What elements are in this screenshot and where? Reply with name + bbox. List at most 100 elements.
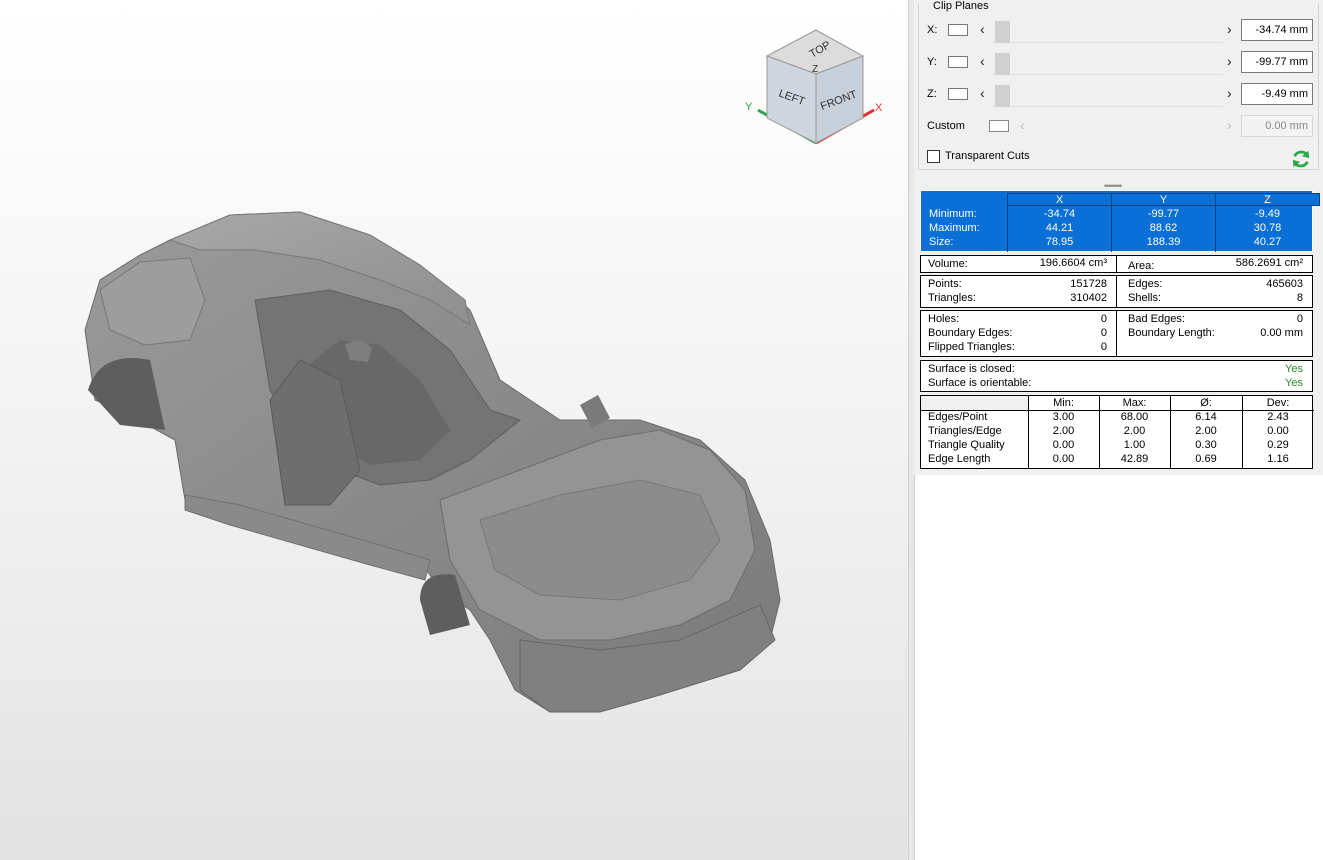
clip-custom-label: Custom bbox=[927, 120, 965, 132]
3d-viewport[interactable]: TOP LEFT FRONT Z X Y bbox=[0, 0, 908, 860]
edges-value: 465603 bbox=[1266, 278, 1303, 290]
clip-custom-decrement-button[interactable]: ‹ bbox=[1020, 117, 1025, 133]
stats-cell: 2.00 bbox=[1123, 425, 1146, 437]
clip-z-value-field[interactable]: -9.49 mm bbox=[1241, 83, 1313, 105]
clip-y-decrement-button[interactable]: ‹ bbox=[980, 53, 985, 69]
clip-row-x: X: ‹ › -34.74 mm bbox=[919, 18, 1318, 44]
stats-cell: 0.30 bbox=[1195, 439, 1217, 451]
stats-cell: 6.14 bbox=[1195, 411, 1217, 423]
clip-planes-title: Clip Planes bbox=[931, 0, 991, 12]
view-cube[interactable]: TOP LEFT FRONT Z X Y bbox=[742, 22, 892, 152]
flipped-triangles-value: 0 bbox=[1100, 341, 1107, 353]
clip-x-value-field[interactable]: -34.74 mm bbox=[1241, 19, 1313, 41]
area-value: 586.2691 cm² bbox=[1235, 257, 1303, 269]
stats-cell: 2.00 bbox=[1195, 425, 1217, 437]
clip-custom-checkbox[interactable] bbox=[989, 120, 1009, 132]
stats-row-label: Triangles/Edge bbox=[928, 425, 1002, 437]
axis-y-label: Y bbox=[745, 101, 753, 113]
triangles-label: Triangles: bbox=[928, 292, 976, 304]
clip-z-decrement-button[interactable]: ‹ bbox=[980, 85, 985, 101]
clip-x-label: X: bbox=[927, 24, 938, 36]
clip-y-value-field[interactable]: -99.77 mm bbox=[1241, 51, 1313, 73]
stats-cell: 0.00 bbox=[1052, 439, 1075, 451]
stats-cell: 1.16 bbox=[1267, 453, 1289, 465]
properties-panel: Clip Planes X: ‹ › -34.74 mm Y: ‹ › -99.… bbox=[914, 0, 1323, 860]
transparent-cuts-label: Transparent Cuts bbox=[945, 150, 1030, 162]
stats-cell: 42.89 bbox=[1120, 453, 1149, 465]
bbox-size-label: Size: bbox=[929, 236, 954, 248]
bbox-max-y: 88.62 bbox=[1149, 222, 1178, 234]
clip-z-checkbox[interactable] bbox=[948, 88, 968, 100]
bbox-max-z: 30.78 bbox=[1253, 222, 1282, 234]
clip-x-slider[interactable] bbox=[993, 21, 1223, 43]
stats-cell: 3.00 bbox=[1052, 411, 1075, 423]
clip-custom-increment-button[interactable]: › bbox=[1227, 117, 1232, 133]
bbox-maximum-label: Maximum: bbox=[929, 222, 980, 234]
bbox-min-y: -99.77 bbox=[1147, 208, 1180, 220]
refresh-icon[interactable] bbox=[1290, 148, 1312, 170]
bbox-minimum-label: Minimum: bbox=[929, 208, 977, 220]
clip-z-slider-thumb[interactable] bbox=[995, 85, 1010, 107]
stats-header-avg: Ø: bbox=[1200, 397, 1212, 409]
triangles-value: 310402 bbox=[1070, 292, 1107, 304]
volume-area-box: Volume: 196.6604 cm³ Area: 586.2691 cm² bbox=[920, 255, 1313, 273]
bbox-header-z: Z bbox=[1215, 193, 1320, 206]
stats-cell: 0.00 bbox=[1052, 453, 1075, 465]
clip-x-decrement-button[interactable]: ‹ bbox=[980, 21, 985, 37]
stats-cell: 1.00 bbox=[1123, 439, 1146, 451]
checkbox-box[interactable] bbox=[927, 150, 940, 163]
clip-row-custom: Custom ‹ › 0.00 mm bbox=[919, 114, 1318, 140]
clip-y-slider[interactable] bbox=[993, 53, 1223, 75]
clip-row-y: Y: ‹ › -99.77 mm bbox=[919, 50, 1318, 76]
clip-row-z: Z: ‹ › -9.49 mm bbox=[919, 82, 1318, 108]
boundary-length-value: 0.00 mm bbox=[1260, 327, 1303, 339]
points-label: Points: bbox=[928, 278, 962, 290]
holes-label: Holes: bbox=[928, 313, 960, 325]
shells-value: 8 bbox=[1296, 292, 1303, 304]
bad-edges-label: Bad Edges: bbox=[1128, 313, 1185, 325]
stats-cell: 2.43 bbox=[1267, 411, 1289, 423]
clip-x-increment-button[interactable]: › bbox=[1227, 21, 1232, 37]
clip-x-checkbox[interactable] bbox=[948, 24, 968, 36]
clip-z-label: Z: bbox=[927, 88, 937, 100]
bbox-min-x: -34.74 bbox=[1043, 208, 1076, 220]
bounding-box-table: X Y Z Minimum: -34.74 -99.77 -9.49 Maxim… bbox=[920, 190, 1320, 252]
topology-box: Points: 151728 Triangles: 310402 Edges: … bbox=[920, 275, 1313, 308]
stats-cell: 0.29 bbox=[1267, 439, 1289, 451]
stats-row-label: Triangle Quality bbox=[928, 439, 1005, 451]
surface-orientable-label: Surface is orientable: bbox=[928, 377, 1032, 389]
axis-x-label: X bbox=[875, 102, 883, 114]
surface-box: Surface is closed: Yes Surface is orient… bbox=[920, 360, 1313, 392]
stats-row-label: Edge Length bbox=[928, 453, 991, 465]
viewcube-z-label: Z bbox=[812, 64, 818, 75]
boundary-length-label: Boundary Length: bbox=[1128, 327, 1215, 339]
volume-label: Volume: bbox=[928, 258, 968, 270]
surface-closed-value: Yes bbox=[1285, 363, 1303, 375]
clip-planes-group: Clip Planes X: ‹ › -34.74 mm Y: ‹ › -99.… bbox=[918, 0, 1319, 170]
clip-y-slider-thumb[interactable] bbox=[995, 53, 1010, 75]
defects-box: Holes: 0 Boundary Edges: 0 Flipped Trian… bbox=[920, 310, 1313, 357]
holes-value: 0 bbox=[1100, 313, 1107, 325]
surface-closed-label: Surface is closed: bbox=[928, 363, 1015, 375]
clip-y-checkbox[interactable] bbox=[948, 56, 968, 68]
clip-x-slider-thumb[interactable] bbox=[995, 21, 1010, 43]
flipped-triangles-label: Flipped Triangles: bbox=[928, 341, 1015, 353]
shells-label: Shells: bbox=[1128, 292, 1162, 304]
bad-edges-value: 0 bbox=[1296, 313, 1303, 325]
stats-header-max: Max: bbox=[1122, 397, 1147, 409]
surface-orientable-value: Yes bbox=[1285, 377, 1303, 389]
clip-custom-value-field[interactable]: 0.00 mm bbox=[1241, 115, 1313, 137]
bbox-size-x: 78.95 bbox=[1045, 236, 1074, 248]
bbox-max-x: 44.21 bbox=[1045, 222, 1074, 234]
clip-z-slider[interactable] bbox=[993, 85, 1223, 107]
stats-cell: 68.00 bbox=[1120, 411, 1149, 423]
clip-z-increment-button[interactable]: › bbox=[1227, 85, 1232, 101]
bbox-size-y: 188.39 bbox=[1146, 236, 1181, 248]
clip-y-increment-button[interactable]: › bbox=[1227, 53, 1232, 69]
clip-y-label: Y: bbox=[927, 56, 937, 68]
stats-header-dev: Dev: bbox=[1266, 397, 1290, 409]
area-label: Area: bbox=[1128, 260, 1155, 272]
stats-cell: 0.69 bbox=[1195, 453, 1217, 465]
stats-header-min: Min: bbox=[1053, 397, 1074, 409]
bbox-header-y: Y bbox=[1111, 193, 1216, 206]
